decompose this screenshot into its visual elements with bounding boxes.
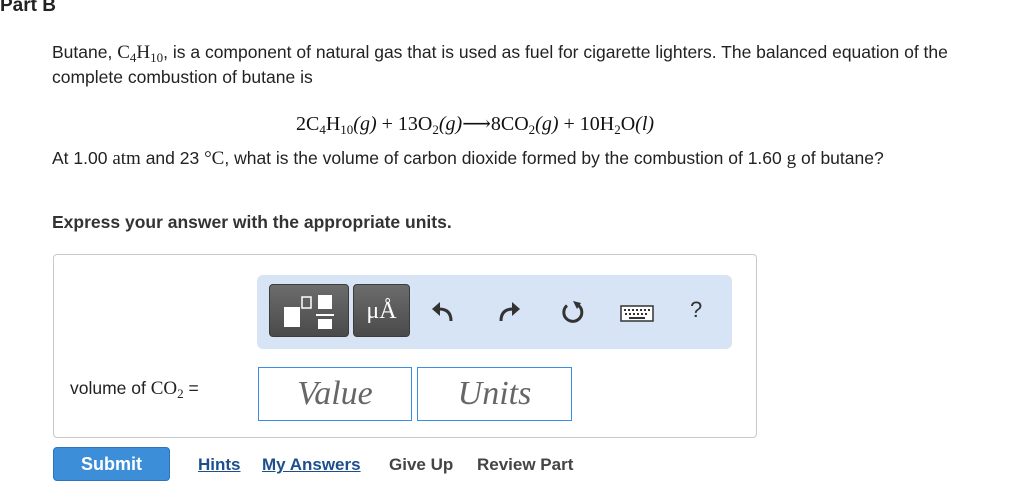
butane-formula: C4H10 xyxy=(117,42,164,65)
math-toolbar: μÅ ? xyxy=(257,275,732,349)
question-paragraph: At 1.00 atm and 23 °C, what is the volum… xyxy=(52,148,884,169)
atm-unit: atm xyxy=(112,148,141,169)
keyboard-icon[interactable] xyxy=(619,299,655,327)
templates-button[interactable] xyxy=(269,284,349,337)
templates-icon xyxy=(284,295,334,329)
units-button[interactable]: μÅ xyxy=(353,284,410,337)
celsius-unit: °C xyxy=(204,148,225,169)
help-icon[interactable]: ? xyxy=(690,297,702,323)
intro-text-end: , is a component of natural gas that is … xyxy=(52,42,948,87)
submit-button[interactable]: Submit xyxy=(53,447,170,481)
redo-icon[interactable] xyxy=(495,299,523,327)
answer-box: μÅ ? volume of CO2 = xyxy=(53,254,757,438)
my-answers-link[interactable]: My Answers xyxy=(262,455,361,475)
combustion-equation: 2C4H10(g) + 13O2(g)⟶8CO2(g) + 10H2O(l) xyxy=(296,113,655,137)
review-part-link[interactable]: Review Part xyxy=(477,455,573,475)
answer-instruction: Express your answer with the appropriate… xyxy=(52,212,452,232)
undo-icon[interactable] xyxy=(429,299,457,327)
intro-paragraph: Butane, C4H10, is a component of natural… xyxy=(52,40,1012,89)
reset-icon[interactable] xyxy=(559,299,587,327)
units-input[interactable] xyxy=(417,367,572,421)
co2-formula: CO2 xyxy=(150,378,184,401)
hints-link[interactable]: Hints xyxy=(198,455,241,475)
value-input[interactable] xyxy=(258,367,412,421)
part-title: Part B xyxy=(0,0,56,16)
intro-text-start: Butane, xyxy=(52,42,118,62)
gram-unit: g xyxy=(786,148,797,169)
answer-variable-label: volume of CO2 = xyxy=(70,378,199,401)
give-up-link[interactable]: Give Up xyxy=(389,455,453,475)
